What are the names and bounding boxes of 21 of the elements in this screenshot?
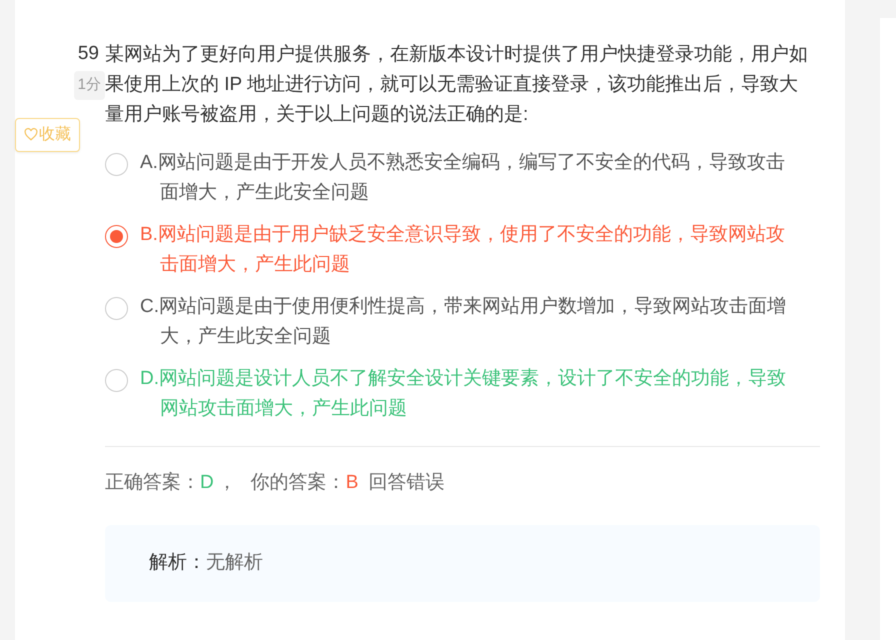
option-text[interactable]: B.网站问题是由于用户缺乏安全意识导致，使用了不安全的功能，导致网站攻击面增大，产生此问题: [140, 220, 790, 280]
analysis-label: 解析：: [149, 550, 206, 575]
question-number: 59: [78, 42, 99, 66]
correct-answer-label: 正确答案：: [105, 470, 200, 495]
option-text[interactable]: A.网站问题是由于开发人员不熟悉安全编码，编写了不安全的代码，导致攻击面增大，产生此安全问题: [140, 148, 790, 208]
heart-icon: [24, 128, 38, 141]
radio-button[interactable]: [105, 225, 128, 248]
score-badge: 1分: [74, 71, 105, 100]
option-text[interactable]: C.网站问题是由于使用便利性提高，带来网站用户数增加，导致网站攻击面增大，产生此安全问题: [140, 292, 790, 352]
radio-button[interactable]: [105, 153, 128, 176]
correct-answer: D: [200, 471, 214, 495]
option-text[interactable]: D.网站问题是设计人员不了解安全设计关键要素，设计了不安全的功能，导致网站攻击面增大，产生此问题: [140, 364, 790, 424]
your-answer-label: 你的答案：: [250, 470, 346, 495]
question-text: 某网站为了更好向用户提供服务，在新版本设计时提供了用户快捷登录功能，用户如果使用上次的 IP 地址进行访问，就可以无需验证直接登录，该功能推出后，导致大量用户账号被盗用，关于以上问题的说法正确的是:: [105, 43, 809, 127]
separator: ，: [218, 471, 237, 495]
verdict-text: 回答错误: [368, 471, 444, 495]
analysis-text: 无解析: [206, 550, 263, 575]
radio-button[interactable]: [105, 369, 128, 392]
favorite-button[interactable]: 收藏: [15, 118, 80, 152]
radio-button[interactable]: [105, 297, 128, 320]
your-answer: B: [346, 471, 358, 495]
